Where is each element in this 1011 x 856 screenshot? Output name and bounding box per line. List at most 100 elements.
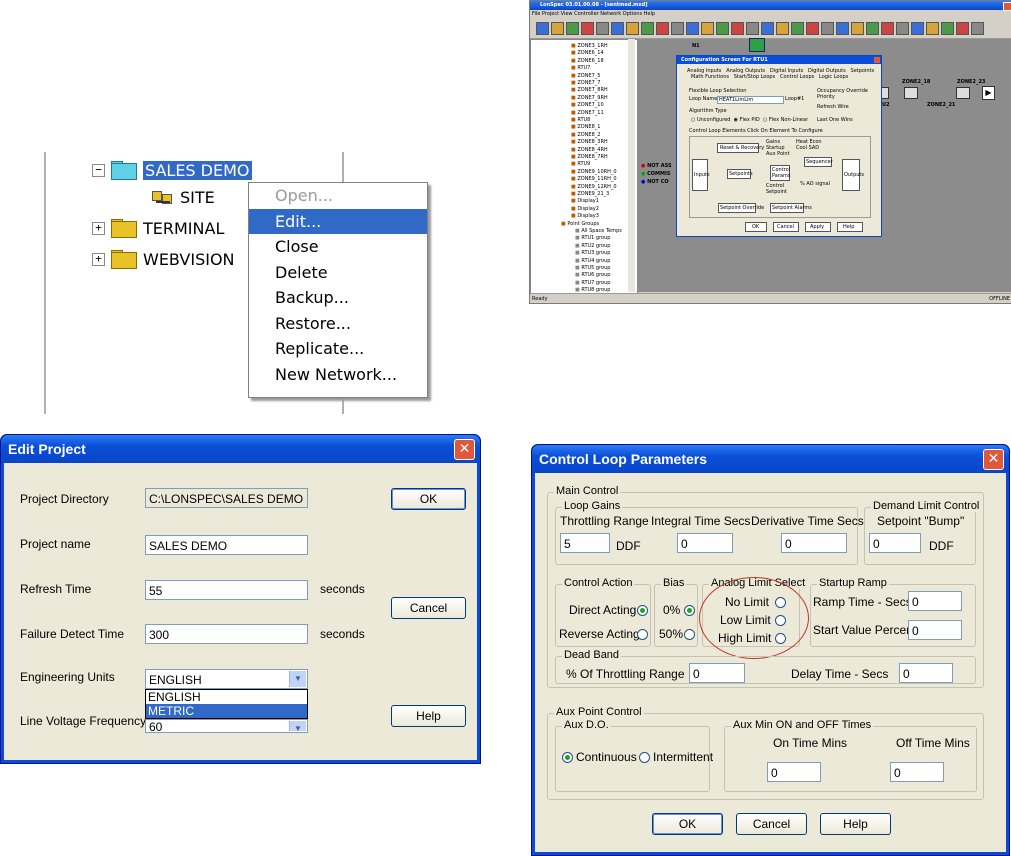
bias-0-radio[interactable]: [684, 605, 695, 616]
app-tree-item[interactable]: ■ ZONE6_14: [571, 50, 604, 56]
off-time-field[interactable]: 0: [890, 762, 944, 782]
tree-scrollbar[interactable]: [628, 39, 635, 292]
device-icon[interactable]: [956, 87, 970, 99]
app-tree-item[interactable]: ■ ZONE9_21_3: [571, 191, 609, 197]
toolbar-button-icon[interactable]: [671, 22, 684, 35]
app-tree-item[interactable]: ■ ZONE8_2: [571, 132, 600, 138]
tab-setpoints[interactable]: Setpoints: [851, 68, 875, 74]
close-icon[interactable]: ✕: [454, 439, 475, 460]
block-setpoint-override[interactable]: Setpoint Override: [718, 203, 764, 213]
toolbar-button-icon[interactable]: [761, 22, 774, 35]
network-node-icon[interactable]: [749, 38, 765, 52]
app-tree-item[interactable]: ■ ZONE8_7RH: [571, 154, 608, 160]
project-name-field[interactable]: SALES DEMO: [145, 535, 308, 555]
device-icon[interactable]: [904, 87, 918, 99]
ramp-time-field[interactable]: 0: [908, 591, 962, 611]
app-tree-item[interactable]: ■ ZONE9_12RH_0: [571, 184, 617, 190]
config-apply-button[interactable]: Apply: [805, 222, 831, 232]
block-heat-econ-cool[interactable]: Heat Econ Cool SAD: [796, 139, 824, 153]
toolbar-button-icon[interactable]: [701, 22, 714, 35]
demand-limit-field[interactable]: 0: [869, 533, 921, 553]
app-tree-item[interactable]: ■ All Space Temps: [575, 228, 622, 234]
tab-math-functions[interactable]: Math Functions: [691, 74, 729, 80]
ok-button[interactable]: OK: [652, 813, 723, 835]
toolbar-button-icon[interactable]: [971, 22, 984, 35]
toolbar-button-icon[interactable]: [626, 22, 639, 35]
block-gains-startup[interactable]: Gains Startup Aux Point: [766, 139, 790, 157]
app-tree-item[interactable]: ■ ZONE8_3RH: [571, 139, 608, 145]
close-icon[interactable]: ✕: [983, 449, 1004, 470]
toolbar-button-icon[interactable]: [956, 22, 969, 35]
app-tree-item[interactable]: ■ RTU1 group: [575, 235, 610, 241]
app-tree-item[interactable]: ■ ZONE8_1: [571, 124, 600, 130]
app-tree-item[interactable]: ■ ZONE3_1RH: [571, 43, 608, 49]
app-tree-item[interactable]: ■ ZONE8_4RH: [571, 147, 608, 153]
cancel-button[interactable]: Cancel: [391, 597, 466, 619]
integral-time-field[interactable]: 0: [677, 533, 733, 553]
refresh-wire-radio[interactable]: Refresh Wire: [817, 104, 849, 110]
app-tree-item[interactable]: ■ ZONE7_10: [571, 102, 604, 108]
toolbar-button-icon[interactable]: [536, 22, 549, 35]
cancel-button[interactable]: Cancel: [736, 813, 807, 835]
toolbar-button-icon[interactable]: [881, 22, 894, 35]
tab-logic-loops[interactable]: Logic Loops: [819, 74, 848, 80]
intermittent-radio[interactable]: [639, 752, 650, 763]
tab-start-stop-loops[interactable]: Start/Stop Loops: [734, 74, 775, 80]
toolbar-button-icon[interactable]: [686, 22, 699, 35]
toolbar-button-icon[interactable]: [746, 22, 759, 35]
app-tree-item[interactable]: ■ ZONE7_9RH: [571, 95, 608, 101]
toolbar-button-icon[interactable]: [851, 22, 864, 35]
toolbar-button-icon[interactable]: [656, 22, 669, 35]
tree-node-site[interactable]: SITE: [152, 185, 215, 209]
menu-item-restore[interactable]: Restore...: [249, 311, 427, 337]
start-value-field[interactable]: 0: [908, 620, 962, 640]
app-tree-item[interactable]: ■ ZONE9_10RH_0: [571, 169, 617, 175]
help-button[interactable]: Help: [820, 813, 891, 835]
block-control-params[interactable]: Control Params: [770, 165, 790, 181]
block-outputs[interactable]: Outputs: [842, 159, 864, 191]
block-reset-recovery[interactable]: Reset & Recovery: [717, 143, 764, 153]
app-tree-item[interactable]: ■ RTU5 group: [575, 265, 610, 271]
app-tree-item[interactable]: ■ ZONE7_8RH: [571, 87, 608, 93]
app-menu-bar[interactable]: File Project View Controller Network Opt…: [532, 11, 655, 17]
toolbar-button-icon[interactable]: [866, 22, 879, 35]
app-tree-item[interactable]: ■ Display2: [571, 206, 599, 212]
toolbar-button-icon[interactable]: [941, 22, 954, 35]
option-english[interactable]: ENGLISH: [146, 690, 307, 704]
block-setpoints[interactable]: Setpoints: [727, 169, 753, 179]
delay-time-field[interactable]: 0: [899, 663, 953, 683]
toolbar-button-icon[interactable]: [596, 22, 609, 35]
config-cancel-button[interactable]: Cancel: [773, 222, 799, 232]
engineering-units-select[interactable]: ENGLISH ▼: [145, 669, 308, 689]
toolbar-button-icon[interactable]: [776, 22, 789, 35]
app-tree-item[interactable]: ■ RTU7 group: [575, 280, 610, 286]
tree-node-sales-demo[interactable]: − SALES DEMO: [92, 158, 252, 182]
toolbar-button-icon[interactable]: [821, 22, 834, 35]
app-tree-item[interactable]: ■ RTU7: [571, 65, 590, 71]
toolbar-button-icon[interactable]: [581, 22, 594, 35]
app-tree-pane[interactable]: ■ ZONE3_1RH ■ ZONE6_14 ■ ZONE6_18 ■ RTU7 ■ Z…: [530, 39, 638, 294]
algorithm-options[interactable]: ○ Unconfigured ◉ Flex PID ○ Flex Non-Lin…: [691, 117, 808, 123]
alg-flex-pid[interactable]: Flex PID: [740, 117, 760, 123]
app-tree-item[interactable]: ■ ZONE7_7: [571, 80, 600, 86]
app-tree-item[interactable]: ■ ZONE7_11: [571, 110, 604, 116]
pct-throttling-field[interactable]: 0: [689, 663, 745, 683]
block-setpoint-alarms[interactable]: Setpoint Alarms: [770, 203, 812, 213]
throttling-range-field[interactable]: 5: [560, 533, 610, 553]
toolbar-button-icon[interactable]: [611, 22, 624, 35]
line-voltage-select[interactable]: 60 ▼: [145, 719, 308, 733]
option-metric[interactable]: METRIC: [146, 704, 307, 718]
toolbar-button-icon[interactable]: [911, 22, 924, 35]
toolbar-button-icon[interactable]: [806, 22, 819, 35]
help-button[interactable]: Help: [391, 705, 466, 727]
tree-node-terminal[interactable]: + TERMINAL: [92, 216, 224, 240]
refresh-time-field[interactable]: 55: [145, 580, 308, 600]
derivative-time-field[interactable]: 0: [781, 533, 847, 553]
toolbar-button-icon[interactable]: [836, 22, 849, 35]
collapse-icon[interactable]: −: [92, 163, 105, 177]
menu-item-close[interactable]: Close: [249, 234, 427, 260]
bias-50-radio[interactable]: [684, 629, 695, 640]
toolbar-button-icon[interactable]: [791, 22, 804, 35]
toolbar-button-icon[interactable]: [551, 22, 564, 35]
dropdown-arrow-icon[interactable]: ▼: [289, 721, 306, 732]
